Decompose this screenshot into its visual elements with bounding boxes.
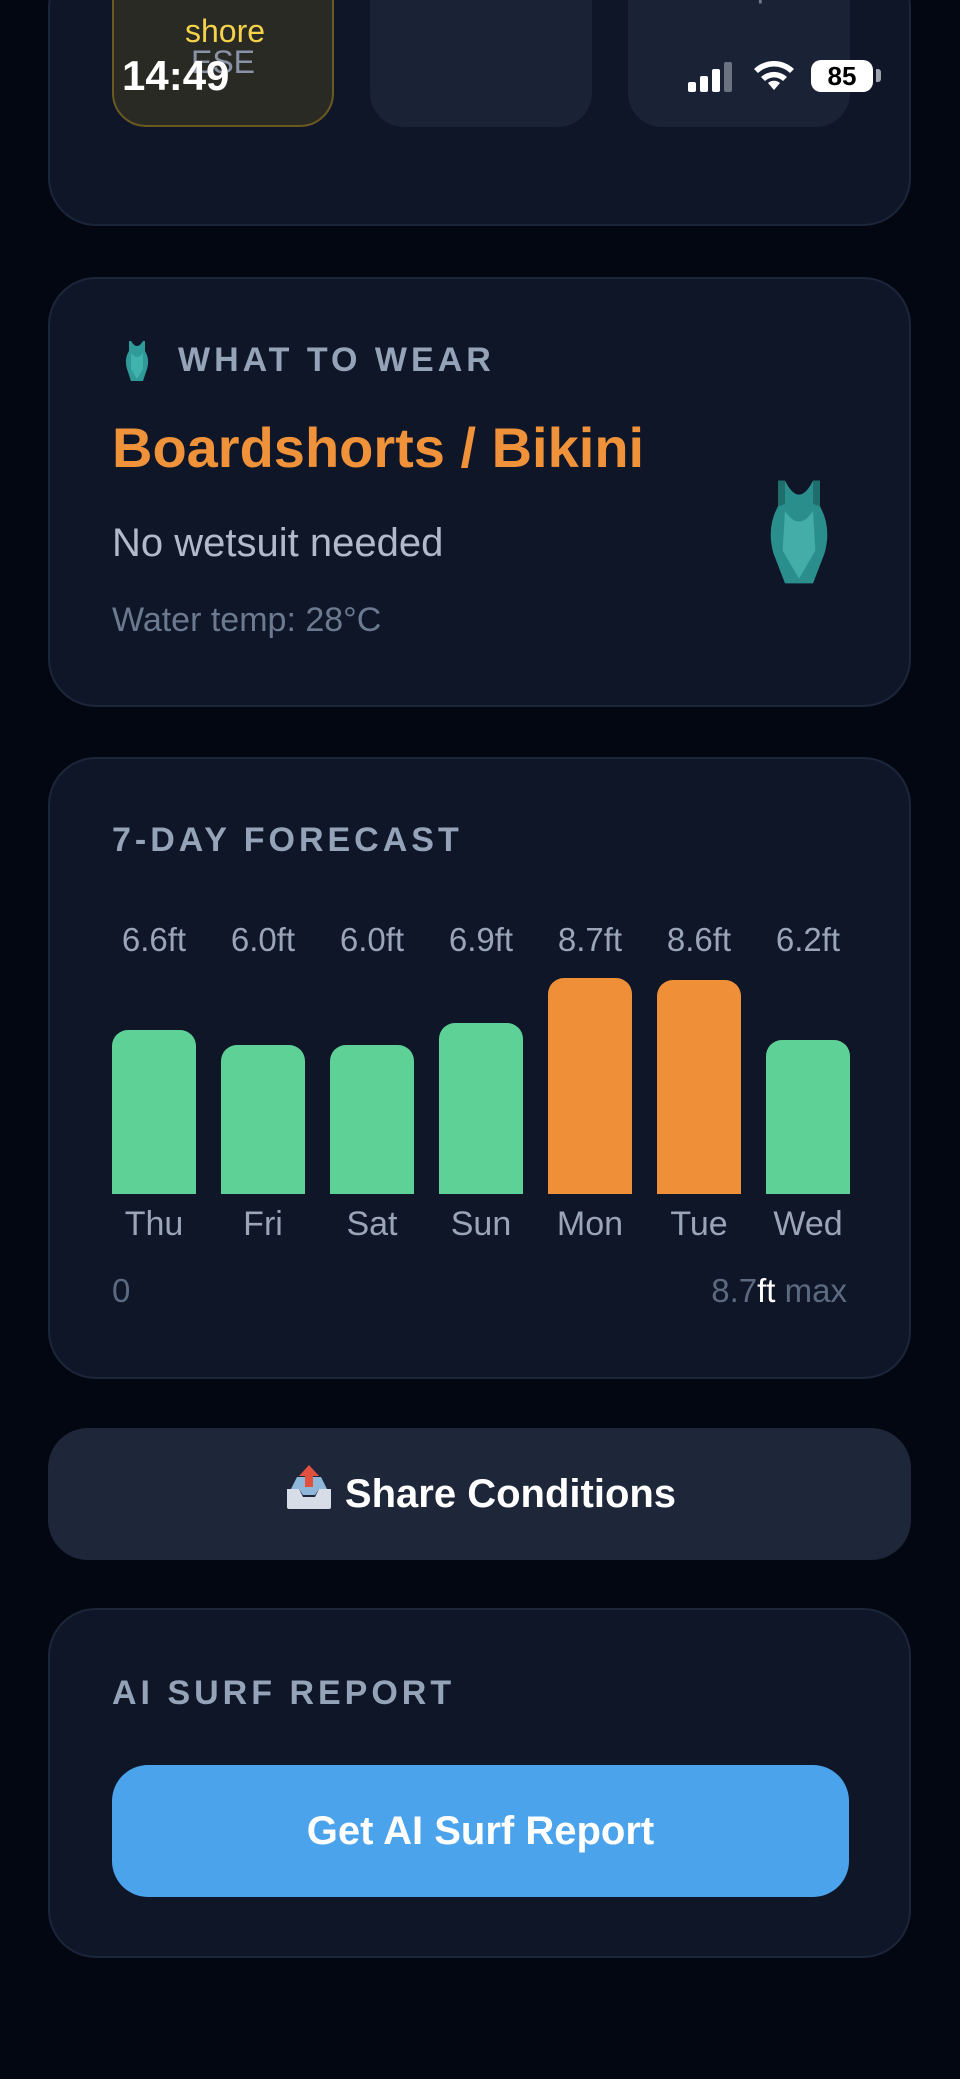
wear-subtitle: No wetsuit needed bbox=[112, 521, 444, 565]
forecast-day-label: Sat bbox=[346, 1205, 398, 1243]
scale-min: 0 bbox=[112, 1272, 131, 1309]
ai-report-title: AI SURF REPORT bbox=[112, 1674, 456, 1712]
forecast-value-label: 8.6ft bbox=[666, 921, 732, 958]
scale-max-suffix: max bbox=[775, 1272, 847, 1309]
wear-headline: Boardshorts / Bikini bbox=[112, 416, 645, 479]
forecast-day-label: Wed bbox=[773, 1205, 843, 1243]
share-label: Share Conditions bbox=[344, 1472, 677, 1516]
forecast-value-label: 6.9ft bbox=[448, 921, 514, 958]
forecast-day-label: Fri bbox=[243, 1205, 283, 1243]
battery-icon: 85 bbox=[811, 60, 873, 92]
status-indicators: 85 bbox=[688, 58, 881, 98]
forecast-bar-tue bbox=[657, 980, 741, 1194]
get-ai-report-button[interactable]: Get AI Surf Report bbox=[112, 1765, 849, 1897]
status-time: 14:49 bbox=[122, 52, 230, 99]
swimsuit-icon bbox=[125, 341, 149, 381]
swimsuit-illustration-icon bbox=[770, 480, 828, 584]
wifi-icon bbox=[754, 61, 794, 90]
forecast-value-label: 6.0ft bbox=[230, 921, 296, 958]
ai-report-card: AI SURF REPORT Get AI Surf Report bbox=[48, 1608, 911, 1958]
forecast-value-label: 8.7ft bbox=[557, 921, 623, 958]
forecast-day-label: Tue bbox=[670, 1205, 728, 1243]
forecast-bar-fri bbox=[221, 1045, 305, 1194]
forecast-bar-mon bbox=[548, 978, 632, 1194]
scale-max-value: 8.7 bbox=[711, 1272, 758, 1309]
outbox-tray-icon bbox=[283, 1432, 331, 1509]
water-temp: Water temp: 28°C bbox=[112, 601, 382, 639]
scale-max-unit: ft bbox=[757, 1272, 776, 1309]
forecast-bar-sat bbox=[330, 1045, 414, 1194]
cellular-signal-icon bbox=[688, 62, 732, 92]
forecast-bar-sun bbox=[439, 1023, 523, 1194]
battery-tip bbox=[876, 69, 881, 82]
forecast-day-label: Mon bbox=[556, 1205, 624, 1243]
swell-tile bbox=[370, 0, 592, 127]
forecast-value-label: 6.0ft bbox=[339, 921, 405, 958]
what-to-wear-card: WHAT TO WEAR Boardshorts / Bikini No wet… bbox=[48, 277, 911, 707]
forecast-bar-wed bbox=[766, 1040, 850, 1194]
conditions-card: Cross-shore ESE temp bbox=[48, 0, 911, 226]
forecast-bar-thu bbox=[112, 1030, 196, 1194]
forecast-value-label: 6.6ft bbox=[121, 921, 187, 958]
share-conditions-button[interactable]: Share Conditions bbox=[48, 1428, 911, 1560]
forecast-day-label: Thu bbox=[124, 1205, 184, 1243]
forecast-value-label: 6.2ft bbox=[775, 921, 841, 958]
temp-label: temp bbox=[628, 0, 850, 5]
forecast-day-label: Sun bbox=[450, 1205, 512, 1243]
what-to-wear-title: WHAT TO WEAR bbox=[178, 341, 495, 379]
scale-max: 8.7ft max bbox=[711, 1272, 847, 1310]
forecast-card: 7-DAY FORECAST 6.6ft Thu 6.0ft Fri 6.0ft Sat 6… bbox=[48, 757, 911, 1379]
